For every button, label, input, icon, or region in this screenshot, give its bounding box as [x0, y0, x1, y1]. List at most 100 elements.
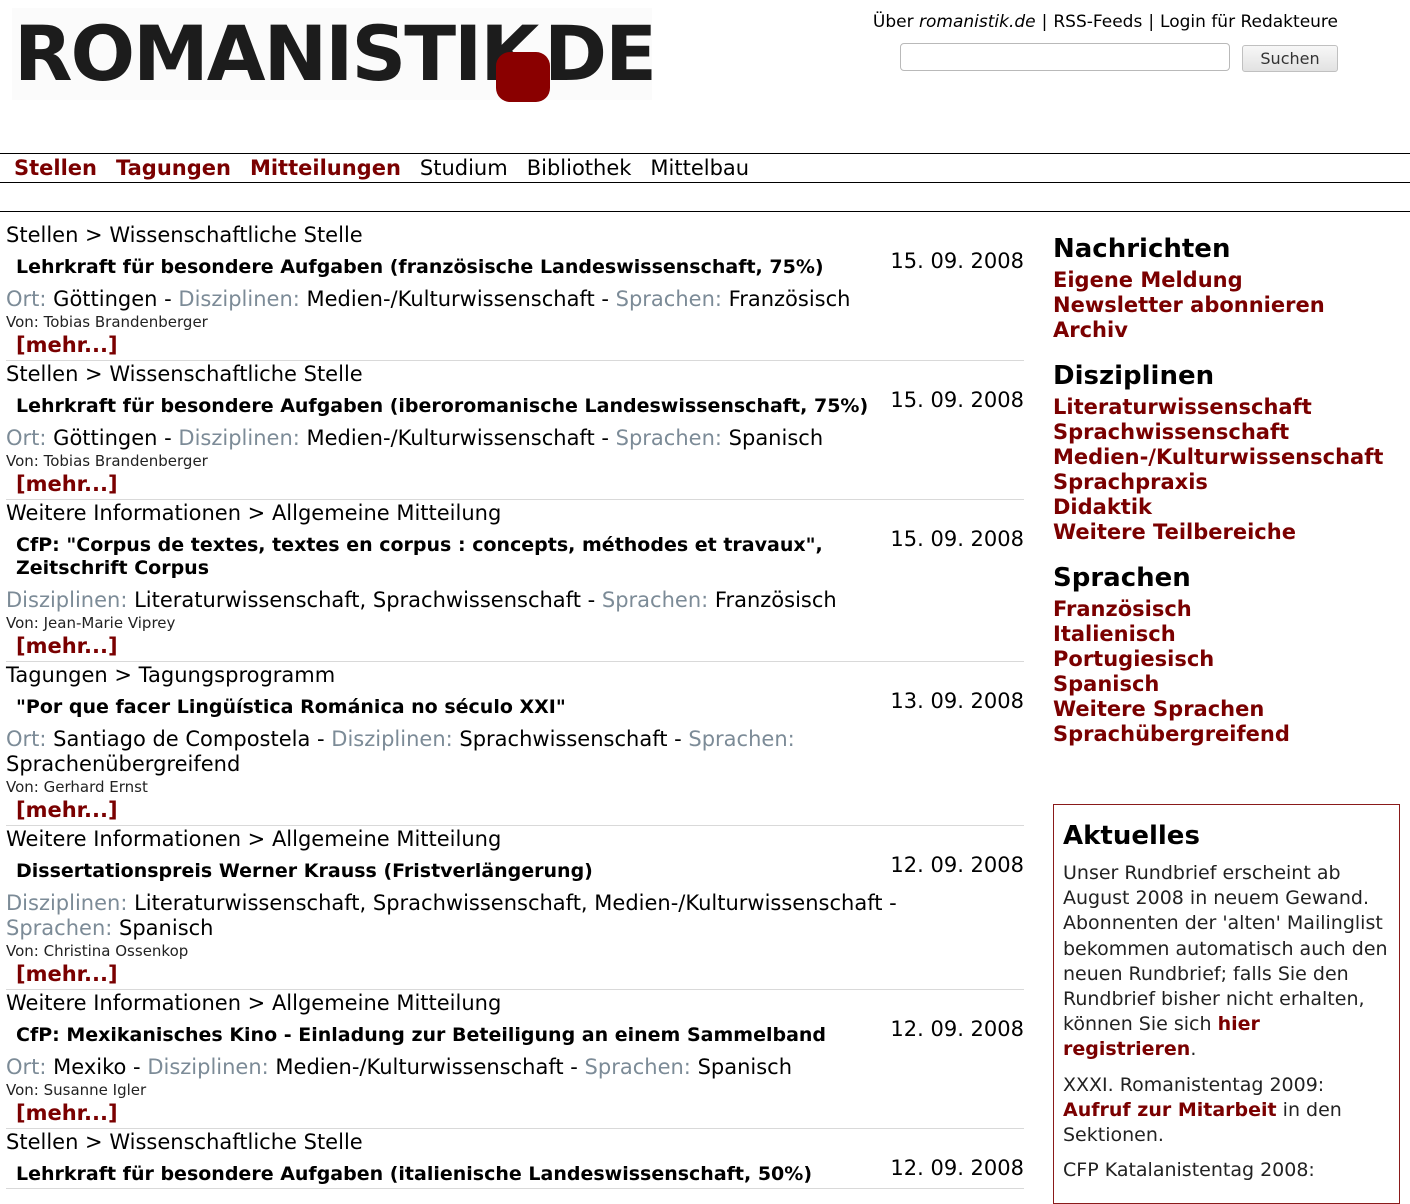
ort-value: Göttingen — [53, 287, 158, 311]
entry-category: Stellen > Wissenschaftliche Stelle — [6, 223, 363, 247]
separator: | — [1148, 12, 1155, 32]
search-input[interactable] — [900, 43, 1230, 71]
von-label: Von: — [6, 452, 44, 470]
entry-date: 12. 09. 2008 — [890, 1156, 1024, 1180]
list-item: Stellen > Wissenschaftliche Stelle 12. 0… — [6, 1129, 1024, 1189]
entry-author: Von: Gerhard Ernst — [6, 777, 1024, 797]
aktuelles-text: CFP Katalanistentag 2008: — [1063, 1159, 1315, 1182]
entry-date: 13. 09. 2008 — [890, 689, 1024, 713]
von-label: Von: — [6, 942, 44, 960]
ort-label: Ort: — [6, 426, 47, 450]
sprachen-label: Sprachen: — [601, 588, 709, 612]
nav-stellen[interactable]: Stellen — [14, 155, 97, 182]
ort-label: Ort: — [6, 287, 47, 311]
login-link[interactable]: Login für Redakteure — [1160, 12, 1338, 32]
sidebar-link-weitere-teilbereiche[interactable]: Weitere Teilbereiche — [1053, 520, 1410, 545]
list-item: Weitere Informationen > Allgemeine Mitte… — [6, 826, 1024, 990]
list-item: Tagungen > Tagungsprogramm 13. 09. 2008 … — [6, 662, 1024, 826]
entry-meta: Disziplinen: Literaturwissenschaft, Spra… — [6, 580, 946, 613]
logo-text: ROMANISTIK — [14, 9, 539, 98]
author-name: Christina Ossenkop — [43, 942, 189, 960]
more-link[interactable]: [mehr...] — [6, 961, 118, 987]
sidebar-link-portugiesisch[interactable]: Portugiesisch — [1053, 647, 1410, 672]
entry-title[interactable]: CfP: Mexikanisches Kino - Einladung zur … — [6, 1016, 896, 1047]
nav-studium[interactable]: Studium — [420, 155, 508, 182]
disziplinen-label: Disziplinen: — [178, 287, 300, 311]
entry-title[interactable]: Lehrkraft für besondere Aufgaben (iberor… — [6, 387, 896, 418]
entry-title[interactable]: CfP: "Corpus de textes, textes en corpus… — [6, 526, 896, 580]
sidebar-link-weitere-sprachen[interactable]: Weitere Sprachen — [1053, 697, 1410, 722]
about-site: romanistik.de — [919, 12, 1036, 32]
nav-bibliothek[interactable]: Bibliothek — [527, 155, 632, 182]
sidebar-link-sprachpraxis[interactable]: Sprachpraxis — [1053, 470, 1410, 495]
sidebar-link-archiv[interactable]: Archiv — [1053, 318, 1410, 343]
entry-meta: Ort: Göttingen - Disziplinen: Medien-/Ku… — [6, 418, 946, 451]
ort-label: Ort: — [6, 1055, 47, 1079]
entry-meta: Ort: Mexiko - Disziplinen: Medien-/Kultu… — [6, 1047, 946, 1080]
search-button[interactable]: Suchen — [1242, 45, 1338, 72]
more-link[interactable]: [mehr...] — [6, 797, 118, 823]
von-label: Von: — [6, 1081, 44, 1099]
aktuelles-heading: Aktuelles — [1063, 821, 1200, 851]
about-link[interactable]: Über romanistik.de — [873, 12, 1036, 32]
dash: - — [667, 727, 689, 751]
sidebar-link-spanisch[interactable]: Spanisch — [1053, 672, 1410, 697]
entry-title[interactable]: Lehrkraft für besondere Aufgaben (italie… — [6, 1155, 896, 1186]
entry-author: Von: Tobias Brandenberger — [6, 451, 1024, 471]
entry-date: 15. 09. 2008 — [890, 249, 1024, 273]
entry-title[interactable]: Lehrkraft für besondere Aufgaben (franzö… — [6, 248, 896, 279]
disziplinen-value: Literaturwissenschaft, Sprachwissenschaf… — [134, 891, 883, 915]
entry-title[interactable]: Dissertationspreis Werner Krauss (Fristv… — [6, 852, 896, 883]
main-nav: Stellen Tagungen Mitteilungen Studium Bi… — [14, 155, 749, 182]
disziplinen-value: Medien-/Kulturwissenschaft — [306, 426, 595, 450]
sidebar-link-literaturwissenschaft[interactable]: Literaturwissenschaft — [1053, 395, 1410, 420]
more-link[interactable]: [mehr...] — [6, 1100, 118, 1126]
ort-value: Santiago de Compostela — [53, 727, 311, 751]
sidebar-link-eigene-meldung[interactable]: Eigene Meldung — [1053, 268, 1410, 293]
disziplinen-value: Sprachwissenschaft — [459, 727, 668, 751]
nav-mittelbau[interactable]: Mittelbau — [650, 155, 749, 182]
site-logo[interactable]: ROMANISTIK DE — [12, 8, 657, 102]
dash: - — [563, 1055, 585, 1079]
sidebar-link-kulturwissenschaft[interactable]: Medien-/Kulturwissenschaft — [1053, 445, 1410, 470]
more-link[interactable]: [mehr...] — [6, 332, 118, 358]
sidebar-link-sprachwissenschaft[interactable]: Sprachwissenschaft — [1053, 420, 1410, 445]
von-label: Von: — [6, 614, 44, 632]
sidebar-link-newsletter[interactable]: Newsletter abonnieren — [1053, 293, 1410, 318]
entry-title[interactable]: "Por que facer Lingüística Románica no s… — [6, 688, 896, 719]
sprachen-value: Spanisch — [728, 426, 824, 450]
nav-mitteilungen[interactable]: Mitteilungen — [250, 155, 401, 182]
news-listing: Stellen > Wissenschaftliche Stelle 15. 0… — [6, 222, 1024, 1189]
sprachen-value: Französisch — [714, 588, 837, 612]
dash: - — [594, 287, 616, 311]
rss-link[interactable]: RSS-Feeds — [1053, 12, 1142, 32]
sidebar-heading-disziplinen: Disziplinen — [1053, 361, 1215, 391]
nav-tagungen[interactable]: Tagungen — [116, 155, 231, 182]
dash: - — [882, 891, 897, 915]
sidebar-link-sprachuebergreifend[interactable]: Sprachübergreifend — [1053, 722, 1410, 747]
more-link[interactable]: [mehr...] — [6, 633, 118, 659]
list-item: Weitere Informationen > Allgemeine Mitte… — [6, 500, 1024, 662]
aktuelles-text: . — [1190, 1038, 1197, 1061]
disziplinen-value: Literaturwissenschaft, Sprachwissenschaf… — [134, 588, 581, 612]
aufruf-link[interactable]: Aufruf zur Mitarbeit — [1063, 1099, 1277, 1121]
entry-date: 12. 09. 2008 — [890, 853, 1024, 877]
sprachen-label: Sprachen: — [615, 426, 722, 450]
dash: - — [157, 426, 179, 450]
sidebar-link-didaktik[interactable]: Didaktik — [1053, 495, 1410, 520]
disziplinen-label: Disziplinen: — [6, 891, 128, 915]
aktuelles-paragraph: CFP Katalanistentag 2008: — [1063, 1158, 1389, 1183]
sidebar-link-franzoesisch[interactable]: Französisch — [1053, 597, 1410, 622]
author-name: Tobias Brandenberger — [43, 313, 208, 331]
list-item: Weitere Informationen > Allgemeine Mitte… — [6, 990, 1024, 1129]
ort-value: Mexiko — [53, 1055, 127, 1079]
entry-author: Von: Tobias Brandenberger — [6, 312, 1024, 332]
aktuelles-paragraph: Unser Rundbrief erscheint ab August 2008… — [1063, 861, 1389, 1063]
more-link[interactable]: [mehr...] — [6, 471, 118, 497]
sidebar-link-italienisch[interactable]: Italienisch — [1053, 622, 1410, 647]
entry-category: Weitere Informationen > Allgemeine Mitte… — [6, 991, 502, 1015]
list-item: Stellen > Wissenschaftliche Stelle 15. 0… — [6, 361, 1024, 500]
entry-meta: Ort: Göttingen - Disziplinen: Medien-/Ku… — [6, 279, 946, 312]
sprachen-label: Sprachen: — [6, 916, 113, 940]
entry-category: Stellen > Wissenschaftliche Stelle — [6, 362, 363, 386]
